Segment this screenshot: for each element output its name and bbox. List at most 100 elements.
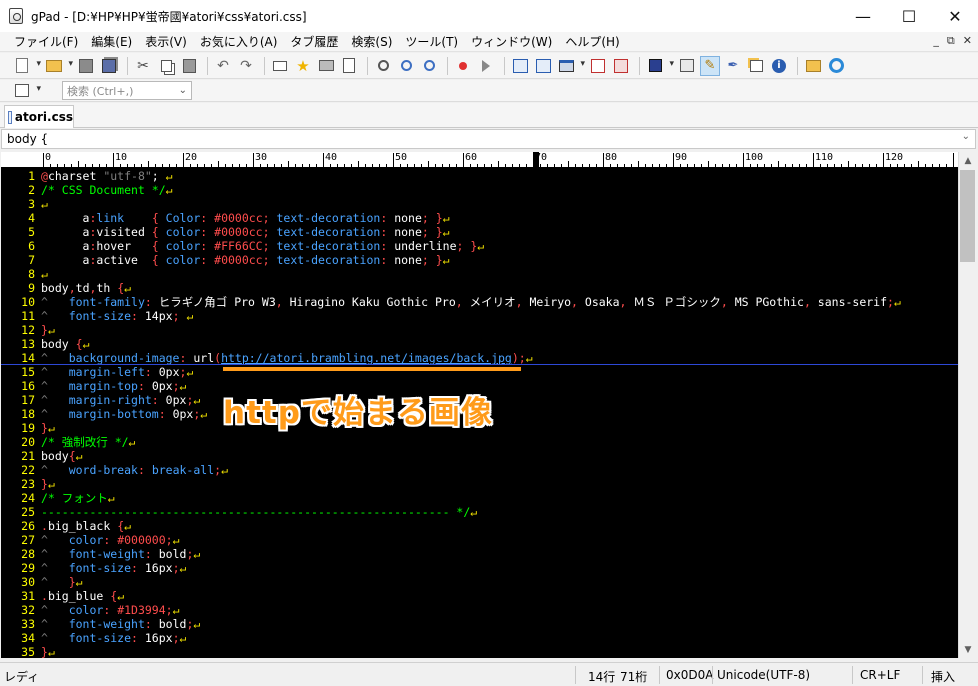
find-next-icon[interactable] [396,56,416,76]
toolbar-separator [367,56,368,75]
find-icon[interactable] [373,56,393,76]
open-folder-icon[interactable] [44,56,73,76]
undo-icon[interactable]: ↶ [213,56,233,76]
mdi-restore-button[interactable]: ⧉ [947,34,955,48]
info-icon[interactable]: i [769,56,789,76]
code-line[interactable]: 21 body{↵ [1,449,958,463]
app-icon[interactable] [9,8,23,24]
minimize-button[interactable]: — [840,0,886,32]
vertical-scrollbar[interactable]: ▲ ▼ [958,152,976,658]
code-line[interactable]: 8 ↵ [1,267,958,281]
search-input[interactable]: 検索 (Ctrl+,) ⌄ [62,81,192,100]
code-line[interactable]: 6 a: hover { color: #FF66CC; text-decorat… [1,239,958,253]
code-line[interactable]: 35}↵ [1,645,958,658]
code-line[interactable]: 32 ^ color: #1D3994;↵ [1,603,958,617]
menu-tab-history[interactable]: タブ履歴 [284,33,344,50]
code-url-link[interactable]: http://atori.brambling.net/images/back.j… [221,351,512,364]
code-line[interactable]: 26 .big_black {↵ [1,519,958,533]
ruler-tick [232,164,233,167]
browser-icon[interactable] [826,56,846,76]
scrollbar-thumb[interactable] [960,170,975,262]
code-line[interactable]: 3 ↵ [1,197,958,211]
code-token: ↵ [186,309,194,323]
code-line[interactable]: 34 ^ font-size: 16px;↵ [1,631,958,645]
menu-edit[interactable]: 編集(E) [85,33,138,50]
code-line[interactable]: 2/* CSS Document */↵ [1,183,958,197]
code-line[interactable]: 27 ^ color: #000000;↵ [1,533,958,547]
menu-view[interactable]: 表示(V) [139,33,193,50]
search-options-icon[interactable] [12,81,41,101]
code-line[interactable]: 7 a: active { color: #0000cc; text-decora… [1,253,958,267]
code-line[interactable]: 14 ^ background-image: url(http://atori.b… [1,351,958,365]
find-prev-icon[interactable] [419,56,439,76]
print-icon[interactable] [316,56,336,76]
code-line[interactable]: 28 ^ font-weight: bold;↵ [1,547,958,561]
chevron-down-icon[interactable]: ⌄ [962,131,970,142]
menu-file[interactable]: ファイル(F) [8,33,84,50]
edit-pen-icon[interactable]: ✎ [700,55,720,76]
code-line[interactable]: 31 .big_blue {↵ [1,589,958,603]
code-line[interactable]: 20/* 強制改行 */↵ [1,435,958,449]
new-file-icon[interactable] [12,56,41,76]
code-line[interactable]: 10 ^ font-family: ヒラギノ角ゴ Pro W3, Hiragino… [1,295,958,309]
config-icon[interactable] [677,56,697,76]
tab-atori-css[interactable]: atori.css [4,105,74,128]
ruler-tick [407,164,408,167]
paste-icon[interactable] [179,56,199,76]
play-macro-icon[interactable] [476,56,496,76]
code-line[interactable]: 24/* フォント↵ [1,491,958,505]
code-line[interactable]: 25 --------------------------------------… [1,505,958,519]
pin-icon[interactable]: ✒ [723,56,743,76]
save-icon[interactable] [76,56,96,76]
cut-icon[interactable]: ✂ [133,56,153,76]
record-macro-icon[interactable] [453,56,473,76]
code-line[interactable]: 12}↵ [1,323,958,337]
code-line[interactable]: 30 ^ }↵ [1,575,958,589]
copy-icon[interactable] [156,56,176,76]
favorite-star-icon[interactable]: ★ [293,56,313,76]
list-icon[interactable] [588,56,608,76]
ruler-tick [211,164,212,167]
code-text: a: visited { color: #0000cc; text-decorat… [37,225,450,239]
mdi-minimize-button[interactable]: _ [933,34,939,48]
code-line[interactable]: 9 body,td,th {↵ [1,281,958,295]
menu-window[interactable]: ウィンドウ(W) [465,33,558,50]
code-line[interactable]: 23}↵ [1,477,958,491]
code-line[interactable]: 22 ^ word-break: break-all;↵ [1,463,958,477]
grid-icon[interactable] [533,56,553,76]
scroll-down-icon[interactable]: ▼ [959,641,977,658]
menu-favorites[interactable]: お気に入り(A) [194,33,284,50]
scroll-up-icon[interactable]: ▲ [959,152,977,169]
code-token: : [179,351,194,364]
save-all-icon[interactable] [99,56,119,76]
folder-icon[interactable] [270,56,290,76]
maximize-button[interactable]: ☐ [886,0,932,32]
code-line[interactable]: 4 a: link { Color: #0000cc; text-decorati… [1,211,958,225]
menu-tools[interactable]: ツール(T) [399,33,464,50]
status-insert-mode[interactable]: 挿入 [931,668,955,685]
status-newline[interactable]: CR+LF [860,668,900,682]
code-line[interactable]: 5 a: visited { color: #0000cc; text-decor… [1,225,958,239]
redo-icon[interactable]: ↷ [236,56,256,76]
menu-help[interactable]: ヘルプ(H) [559,33,625,50]
code-line[interactable]: 11 ^ font-size: 14px; ↵ [1,309,958,323]
status-encoding[interactable]: Unicode(UTF-8) [717,668,810,682]
list-red-icon[interactable] [611,56,631,76]
ruler-icon[interactable] [510,56,530,76]
code-line[interactable]: 13 body {↵ [1,337,958,351]
mdi-close-button[interactable]: ✕ [963,34,972,48]
window-icon[interactable] [556,56,585,76]
code-line[interactable]: 33 ^ font-weight: bold;↵ [1,617,958,631]
folder-open-icon[interactable] [803,56,823,76]
close-button[interactable]: ✕ [932,0,978,32]
code-line[interactable]: 29 ^ font-size: 16px;↵ [1,561,958,575]
menu-search[interactable]: 検索(S) [345,33,398,50]
function-selector[interactable]: body { ⌄ [1,129,976,149]
chevron-down-icon[interactable]: ⌄ [179,85,187,96]
ruler-tick [50,164,51,167]
code-line[interactable]: 1 @charset "utf-8"; ↵ [1,169,958,183]
page-icon[interactable] [339,56,359,76]
code-token: 0px [165,393,187,407]
color-icon[interactable] [645,56,674,76]
new-window-icon[interactable] [746,56,766,76]
